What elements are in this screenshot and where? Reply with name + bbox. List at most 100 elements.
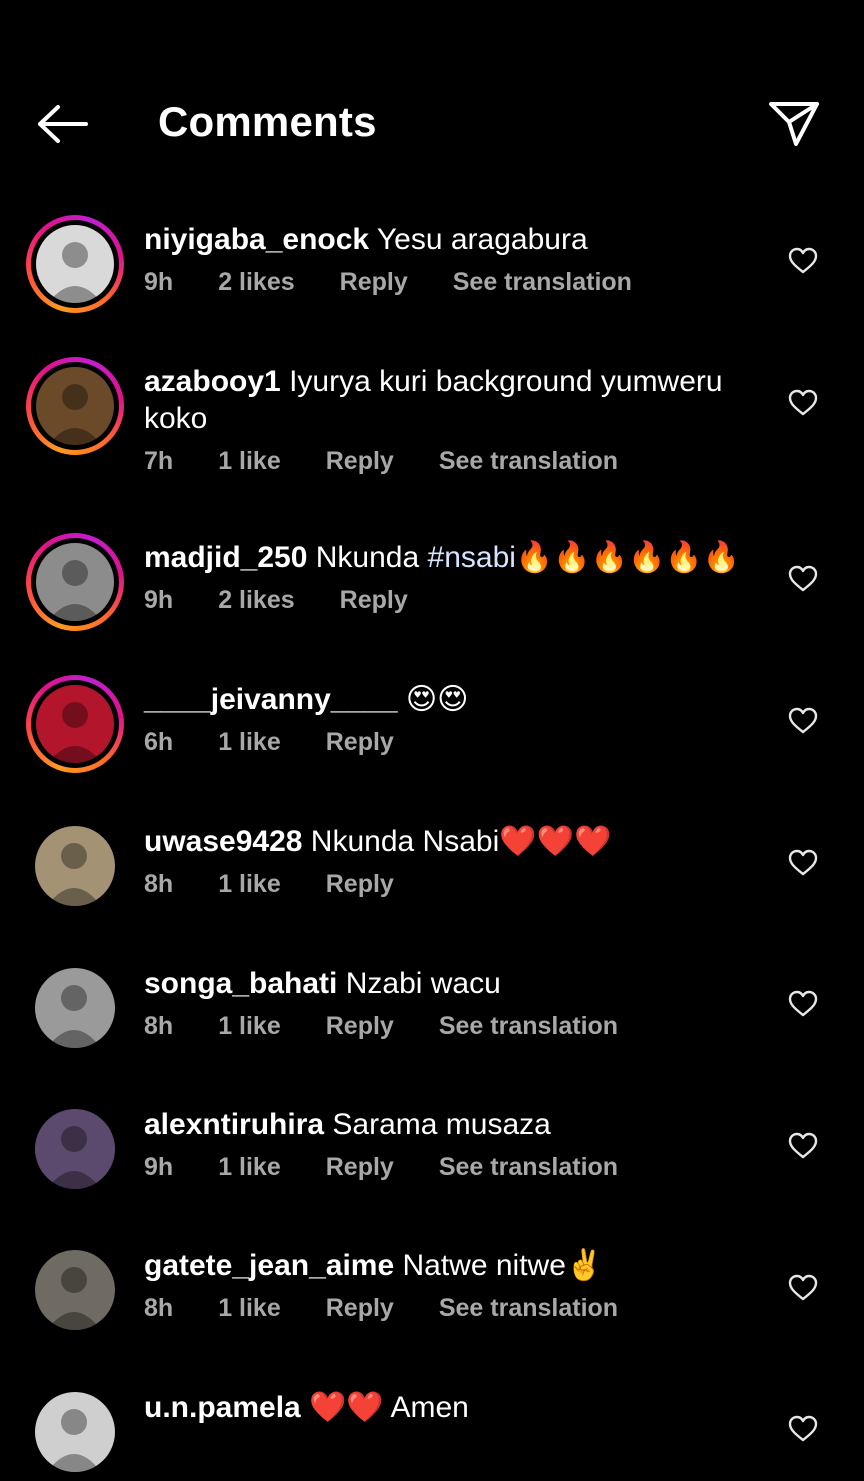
- heart-icon[interactable]: [788, 707, 818, 735]
- username[interactable]: gatete_jean_aime: [144, 1249, 394, 1282]
- comment-row: gatete_jean_aime Natwe nitwe✌️ 8h 1 like Re…: [0, 1241, 864, 1330]
- heart-icon[interactable]: [788, 565, 818, 593]
- like-count[interactable]: 1 like: [218, 870, 281, 899]
- comment-meta: 6h 1 like Reply: [144, 728, 754, 757]
- comment-text: uwase9428 Nkunda Nsabi❤️❤️❤️: [144, 817, 754, 860]
- story-ring: [26, 357, 124, 455]
- timestamp: 6h: [144, 728, 174, 756]
- avatar[interactable]: [26, 1383, 124, 1481]
- emoji: 😍😍: [405, 683, 469, 716]
- heart-icon[interactable]: [788, 247, 818, 275]
- avatar[interactable]: [26, 215, 124, 313]
- comment-meta: 8h 1 like Reply See translation: [144, 1012, 754, 1041]
- avatar[interactable]: [26, 959, 124, 1057]
- emoji: ❤️❤️❤️: [499, 825, 612, 858]
- heart-icon[interactable]: [788, 990, 818, 1018]
- avatar[interactable]: [26, 1241, 124, 1339]
- avatar-image: [35, 968, 115, 1048]
- comment-text: madjid_250 Nkunda #nsabi🔥🔥🔥🔥🔥🔥: [144, 533, 754, 576]
- see-translation-link[interactable]: See translation: [439, 1153, 618, 1182]
- heart-icon[interactable]: [788, 389, 818, 417]
- comment-meta: 8h 1 like Reply: [144, 870, 754, 899]
- comment-body: Nkunda: [315, 541, 428, 574]
- page-title: Comments: [158, 98, 377, 145]
- emoji: 🔥🔥🔥🔥🔥🔥: [515, 541, 741, 574]
- comment-text: alexntiruhira Sarama musaza: [144, 1100, 754, 1143]
- avatar-image: [36, 543, 114, 621]
- see-translation-link[interactable]: See translation: [453, 268, 632, 297]
- comment-text: niyigaba_enock Yesu aragabura: [144, 215, 754, 258]
- story-ring-inner: [31, 362, 119, 450]
- see-translation-link[interactable]: See translation: [439, 1012, 618, 1041]
- like-count[interactable]: 1 like: [218, 1012, 281, 1041]
- story-ring-inner: [31, 680, 119, 768]
- comment-body: Amen: [390, 1391, 469, 1424]
- reply-button[interactable]: Reply: [326, 1153, 394, 1182]
- like-count[interactable]: 1 like: [218, 728, 281, 757]
- avatar-image: [36, 367, 114, 445]
- avatar[interactable]: [26, 533, 124, 631]
- like-count[interactable]: 1 like: [218, 1153, 281, 1182]
- avatar[interactable]: [26, 675, 124, 773]
- username[interactable]: azabooy1: [144, 365, 281, 398]
- reply-button[interactable]: Reply: [340, 586, 408, 615]
- hashtag-link[interactable]: #nsabi: [428, 541, 516, 574]
- username[interactable]: uwase9428: [144, 825, 302, 858]
- heart-icon[interactable]: [788, 1415, 818, 1443]
- comment-meta: 9h 1 like Reply See translation: [144, 1153, 754, 1182]
- story-ring: [26, 675, 124, 773]
- username[interactable]: ____jeivanny____: [144, 683, 398, 716]
- comment-row: ____jeivanny____ 😍😍 6h 1 like Reply: [0, 675, 864, 773]
- username[interactable]: songa_bahati: [144, 967, 337, 1000]
- timestamp: 8h: [144, 1012, 174, 1040]
- comment-text: azabooy1 Iyurya kuri background yumweru …: [144, 357, 754, 437]
- timestamp: 7h: [144, 447, 174, 475]
- emoji: ❤️❤️: [309, 1391, 384, 1424]
- story-ring: [26, 533, 124, 631]
- story-ring-inner: [31, 538, 119, 626]
- username[interactable]: u.n.pamela: [144, 1391, 301, 1424]
- comment-text: gatete_jean_aime Natwe nitwe✌️: [144, 1241, 754, 1284]
- timestamp: 9h: [144, 268, 174, 296]
- comment-body: Yesu aragabura: [376, 223, 588, 256]
- reply-button[interactable]: Reply: [326, 728, 394, 757]
- username[interactable]: alexntiruhira: [144, 1108, 324, 1141]
- avatar[interactable]: [26, 1100, 124, 1198]
- see-translation-link[interactable]: See translation: [439, 1294, 618, 1323]
- heart-icon[interactable]: [788, 1132, 818, 1160]
- story-ring-inner: [31, 220, 119, 308]
- comment-row: songa_bahati Nzabi wacu 8h 1 like Reply See …: [0, 959, 864, 1048]
- avatar-image: [35, 1109, 115, 1189]
- comment-meta: 9h 2 likes Reply: [144, 586, 754, 615]
- avatar[interactable]: [26, 357, 124, 455]
- avatar[interactable]: [26, 817, 124, 915]
- reply-button[interactable]: Reply: [326, 870, 394, 899]
- comment-text: u.n.pamela ❤️❤️ Amen: [144, 1383, 754, 1426]
- reply-button[interactable]: Reply: [326, 447, 394, 476]
- comment-meta: 7h 1 like Reply See translation: [144, 447, 754, 476]
- timestamp: 8h: [144, 1294, 174, 1322]
- heart-icon[interactable]: [788, 1274, 818, 1302]
- like-count[interactable]: 2 likes: [218, 268, 294, 297]
- arrow-left-icon[interactable]: [34, 104, 90, 144]
- like-count[interactable]: 1 like: [218, 1294, 281, 1323]
- comment-meta: 9h 2 likes Reply See translation: [144, 268, 754, 297]
- reply-button[interactable]: Reply: [326, 1012, 394, 1041]
- reply-button[interactable]: Reply: [326, 1294, 394, 1323]
- comment-row: u.n.pamela ❤️❤️ Amen: [0, 1383, 864, 1472]
- comment-text: songa_bahati Nzabi wacu: [144, 959, 754, 1002]
- username[interactable]: madjid_250: [144, 541, 307, 574]
- like-count[interactable]: 2 likes: [218, 586, 294, 615]
- comment-text: ____jeivanny____ 😍😍: [144, 675, 754, 718]
- reply-button[interactable]: Reply: [340, 268, 408, 297]
- paper-plane-icon[interactable]: [768, 100, 820, 148]
- see-translation-link[interactable]: See translation: [439, 447, 618, 476]
- username[interactable]: niyigaba_enock: [144, 223, 369, 256]
- avatar-image: [35, 826, 115, 906]
- like-count[interactable]: 1 like: [218, 447, 281, 476]
- comment-row: niyigaba_enock Yesu aragabura 9h 2 likes Re…: [0, 215, 864, 313]
- heart-icon[interactable]: [788, 849, 818, 877]
- avatar-image: [35, 1392, 115, 1472]
- avatar-image: [36, 685, 114, 763]
- comment-row: uwase9428 Nkunda Nsabi❤️❤️❤️ 8h 1 like Repl…: [0, 817, 864, 906]
